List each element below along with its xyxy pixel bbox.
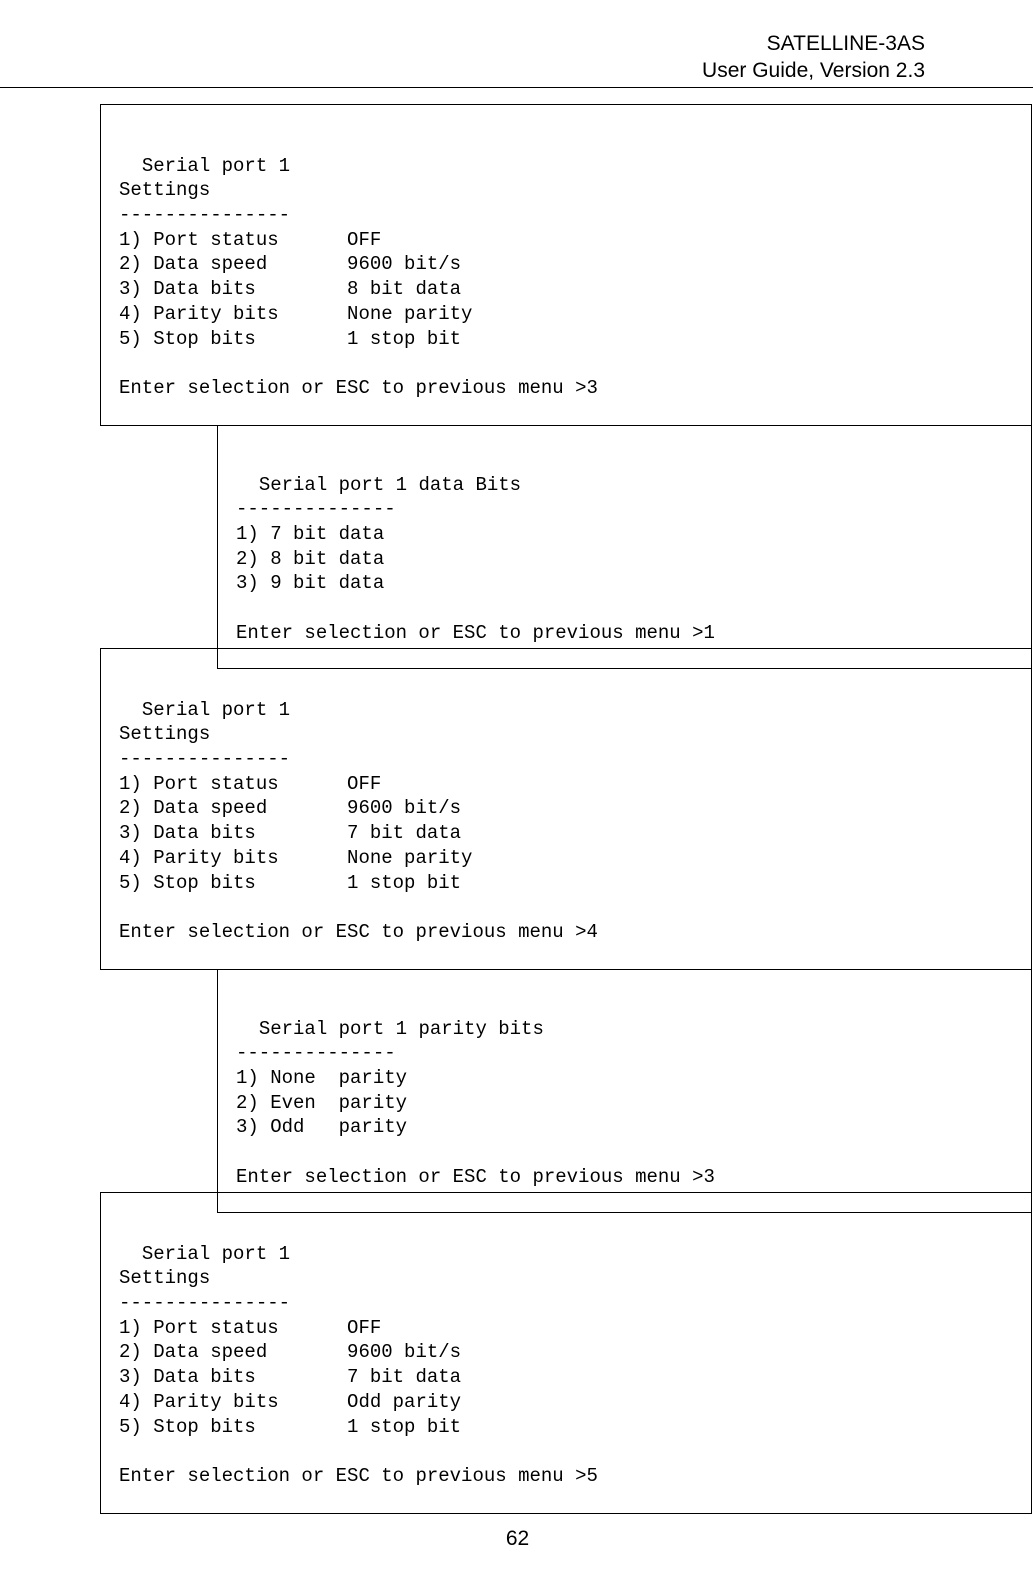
terminal-content-4: Serial port 1 parity bits --------------… bbox=[236, 1018, 715, 1188]
terminal-content-2: Serial port 1 data Bits -------------- 1… bbox=[236, 474, 715, 644]
document-header: SATELLINE-3AS User Guide, Version 2.3 bbox=[702, 30, 925, 85]
terminal-box-1: Serial port 1 Settings --------------- 1… bbox=[100, 104, 1032, 426]
page-top-border bbox=[0, 87, 1033, 88]
terminal-box-2: Serial port 1 data Bits -------------- 1… bbox=[217, 425, 1032, 669]
terminal-box-3: Serial port 1 Settings --------------- 1… bbox=[100, 648, 1032, 970]
terminal-content-3: Serial port 1 Settings --------------- 1… bbox=[119, 699, 598, 943]
terminal-box-5: Serial port 1 Settings --------------- 1… bbox=[100, 1192, 1032, 1514]
header-subtitle: User Guide, Version 2.3 bbox=[702, 57, 925, 84]
terminal-content-5: Serial port 1 Settings --------------- 1… bbox=[119, 1243, 598, 1487]
page-number: 62 bbox=[0, 1527, 1035, 1551]
header-title: SATELLINE-3AS bbox=[702, 30, 925, 57]
terminal-content-1: Serial port 1 Settings --------------- 1… bbox=[119, 155, 598, 399]
terminal-box-4: Serial port 1 parity bits --------------… bbox=[217, 969, 1032, 1213]
